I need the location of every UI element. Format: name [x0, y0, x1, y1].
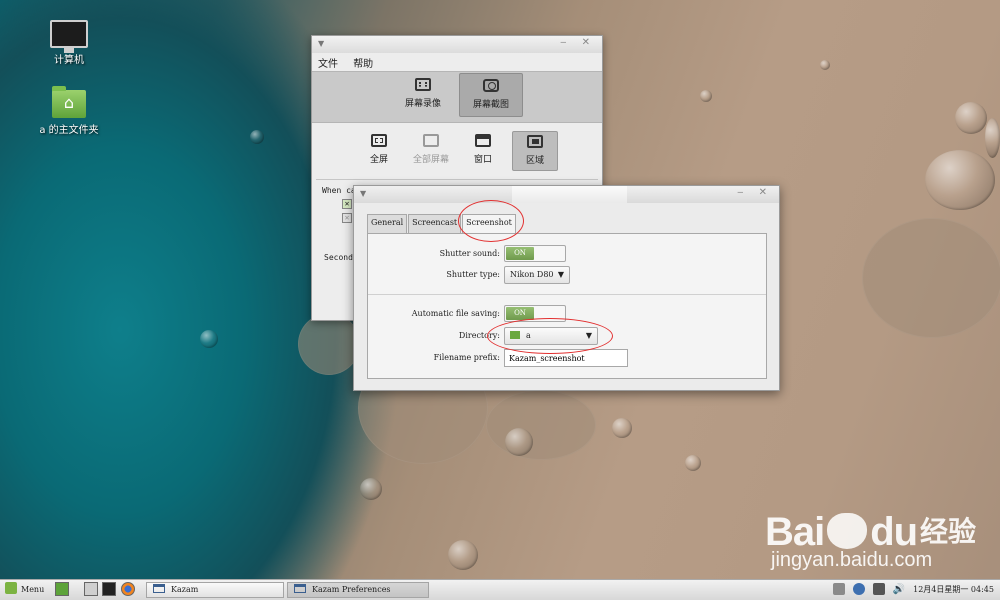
desktop-icon-computer[interactable]: 计算机 [29, 20, 109, 66]
capture-selector: 全屏 全部屏幕 窗口 区域 [312, 123, 602, 179]
menu-button[interactable]: Menu [5, 582, 44, 598]
window-icon [153, 584, 165, 593]
computer-icon [50, 20, 88, 53]
background-bubble [448, 540, 478, 570]
screenshot-panel: Shutter sound: ON Shutter type: Nikon D8… [367, 233, 767, 379]
capture-label: 全屏 [369, 155, 388, 165]
watermark-brand: Bai [765, 510, 825, 554]
menu-file[interactable]: 文件 [318, 59, 338, 70]
window-controls[interactable]: ‒ ✕ [737, 187, 773, 198]
desktop-icon-label: 计算机 [54, 55, 84, 66]
desktop-icon-label: a 的主文件夹 [39, 125, 99, 136]
title-area [512, 186, 627, 203]
preferences-dialog: ▼ ‒ ✕ General Screencast Screenshot Shut… [353, 185, 780, 391]
tab-screencast[interactable]: Screencast [408, 214, 462, 233]
quick-launchers [55, 582, 137, 598]
background-bubble [700, 90, 712, 102]
capture-fullscreen-button[interactable]: 全屏 [356, 131, 402, 171]
shutter-type-select[interactable]: Nikon D80 ▼ [504, 266, 570, 284]
window-controls[interactable]: ‒ ✕ [560, 37, 596, 48]
tab-general[interactable]: General [367, 214, 408, 233]
taskbar-window-kazam-preferences[interactable]: Kazam Preferences [287, 582, 429, 598]
firefox-icon[interactable] [120, 582, 135, 596]
include-checkbox[interactable]: ✕ [342, 199, 352, 209]
baidu-watermark: Bai du 经验 jingyan.baidu.com [765, 510, 976, 572]
system-tray: 🔊 12月4日星期一 04:45 [832, 583, 994, 595]
window-icon [294, 584, 306, 593]
capture-label: 全部屏幕 [412, 155, 449, 165]
desktop-icon-home-folder[interactable]: a 的主文件夹 [29, 86, 109, 136]
menubar: 文件 帮助 [312, 53, 602, 71]
background-bubble [685, 455, 701, 471]
shutter-sound-label: Shutter sound: [439, 249, 500, 258]
watermark-cn: 经验 [920, 515, 977, 548]
auto-save-label: Automatic file saving: [411, 309, 500, 318]
annotation-circle-directory [487, 318, 613, 354]
mint-logo-icon [5, 582, 17, 594]
capture-area-button[interactable]: 区域 [512, 131, 558, 171]
background-bubble [612, 418, 632, 438]
mode-label: 屏幕录像 [404, 99, 441, 109]
window-menu-icon[interactable]: ▼ [318, 39, 324, 48]
home-folder-icon [52, 86, 86, 118]
capture-label: 窗口 [473, 155, 492, 165]
menu-help[interactable]: 帮助 [353, 59, 373, 70]
terminal-icon[interactable] [102, 582, 117, 596]
capture-label: 区域 [525, 156, 544, 166]
camera-icon [483, 79, 499, 92]
shutter-sound-row: Shutter sound: ON [368, 245, 768, 263]
background-drop [486, 390, 596, 460]
taskbar-window-kazam[interactable]: Kazam [146, 582, 284, 598]
paw-logo-icon [827, 513, 868, 549]
dropdown-arrow-icon: ▼ [557, 270, 564, 279]
clock[interactable]: 12月4日星期一 04:45 [913, 584, 994, 595]
background-bubble [505, 428, 533, 456]
background-drop [298, 313, 360, 375]
update-shield-icon[interactable] [852, 583, 865, 595]
preferences-titlebar[interactable]: ▼ ‒ ✕ [354, 186, 779, 203]
divider [368, 294, 766, 295]
shutter-type-value: Nikon D80 [510, 270, 554, 279]
watermark-brand-suffix: du [870, 510, 918, 554]
mode-screencast-button[interactable]: 屏幕录像 [391, 73, 455, 117]
all-screens-icon [423, 134, 439, 147]
mode-selector: 屏幕录像 屏幕截图 [312, 71, 602, 123]
toggle-state: ON [506, 247, 534, 260]
kazam-titlebar[interactable]: ▼ ‒ ✕ [312, 36, 602, 53]
taskbar-window-label: Kazam [171, 585, 199, 594]
background-bubble [820, 60, 830, 70]
window-menu-icon[interactable]: ▼ [360, 189, 366, 198]
background-bubble [925, 150, 995, 210]
annotation-circle-tab [458, 200, 524, 242]
background-bubble [955, 102, 987, 134]
taskbar: Menu Kazam Kazam Preferences 🔊 12月4日星期一 … [0, 579, 1000, 600]
show-desktop-icon[interactable] [55, 582, 69, 596]
shutter-type-row: Shutter type: Nikon D80 ▼ [368, 266, 768, 284]
volume-icon[interactable]: 🔊 [893, 584, 905, 595]
area-icon [527, 135, 543, 148]
background-bubble [985, 118, 1000, 158]
capture-window-button[interactable]: 窗口 [460, 131, 506, 171]
network-icon[interactable] [872, 583, 885, 595]
background-bubble [200, 330, 218, 348]
fullscreen-icon [371, 134, 387, 147]
mode-screenshot-button[interactable]: 屏幕截图 [459, 73, 523, 117]
film-icon [415, 78, 431, 91]
background-drop [862, 218, 1000, 338]
menu-label: Menu [21, 585, 45, 594]
shutter-type-label: Shutter type: [446, 270, 500, 279]
capture-all-screens-button[interactable]: 全部屏幕 [408, 131, 454, 171]
camera-tray-icon[interactable] [832, 583, 845, 595]
mode-label: 屏幕截图 [472, 100, 509, 110]
shutter-sound-toggle[interactable]: ON [504, 245, 566, 262]
second-label: Second [324, 253, 353, 262]
window-icon [475, 134, 491, 147]
background-bubble [250, 130, 264, 144]
filename-prefix-label: Filename prefix: [433, 353, 500, 362]
include-checkbox[interactable]: ✕ [342, 213, 352, 223]
file-manager-icon[interactable] [83, 582, 98, 596]
taskbar-window-label: Kazam Preferences [312, 585, 391, 594]
background-bubble [360, 478, 382, 500]
